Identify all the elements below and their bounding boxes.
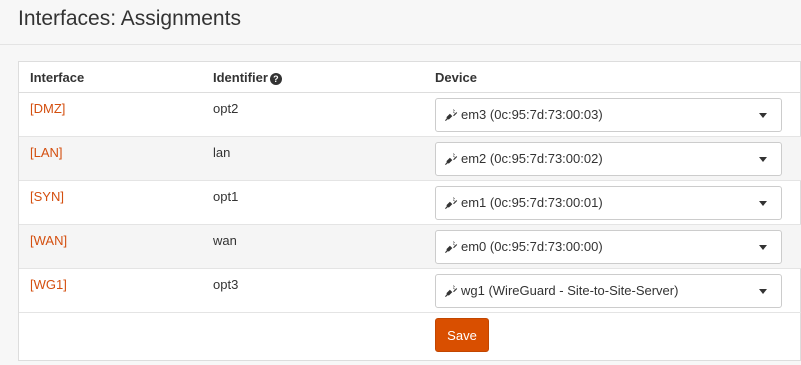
device-select-wan[interactable]: em0 (0c:95:7d:73:00:00)	[435, 230, 782, 264]
interface-link-dmz[interactable]: [DMZ]	[30, 101, 65, 116]
plug-icon	[445, 196, 458, 209]
interface-link-syn[interactable]: [SYN]	[30, 189, 64, 204]
empty-cell	[19, 313, 202, 357]
interface-cell: [DMZ]	[19, 92, 202, 137]
page-title: Interfaces: Assignments	[18, 7, 241, 30]
column-header-interface: Interface	[19, 62, 202, 93]
identifier-cell: lan	[202, 136, 424, 181]
device-cell: em2 (0c:95:7d:73:00:02)	[424, 136, 801, 181]
interface-link-lan[interactable]: [LAN]	[30, 145, 63, 160]
device-cell: em3 (0c:95:7d:73:00:03)	[424, 92, 801, 137]
plug-icon	[445, 108, 458, 121]
device-select-wg1[interactable]: wg1 (WireGuard - Site-to-Site-Server)	[435, 274, 782, 308]
interface-cell: [WAN]	[19, 224, 202, 269]
save-button[interactable]: Save	[435, 318, 489, 352]
device-select-value: em1 (0c:95:7d:73:00:01)	[461, 195, 603, 210]
interface-link-wg1[interactable]: [WG1]	[30, 277, 67, 292]
assignments-panel: Interface Identifier? Device [DMZ] opt2 …	[18, 61, 801, 361]
interface-link-wan[interactable]: [WAN]	[30, 233, 67, 248]
device-cell: em1 (0c:95:7d:73:00:01)	[424, 180, 801, 225]
device-select-value: em2 (0c:95:7d:73:00:02)	[461, 151, 603, 166]
column-header-device: Device	[424, 62, 801, 93]
table-row: [SYN] opt1 em1 (0c:95:7d:73:00:01)	[19, 180, 801, 225]
identifier-cell: opt3	[202, 268, 424, 313]
interface-cell: [SYN]	[19, 180, 202, 225]
page-header: Interfaces: Assignments	[0, 0, 801, 45]
table-row: [WG1] opt3 wg1 (WireGuard - Site-to-Site…	[19, 268, 801, 313]
actions-row: Save	[19, 313, 801, 357]
identifier-cell: opt2	[202, 92, 424, 137]
device-cell: em0 (0c:95:7d:73:00:00)	[424, 224, 801, 269]
device-select-value: em3 (0c:95:7d:73:00:03)	[461, 107, 603, 122]
caret-down-icon	[759, 157, 767, 162]
column-header-identifier: Identifier?	[202, 62, 424, 93]
interface-cell: [WG1]	[19, 268, 202, 313]
interface-cell: [LAN]	[19, 136, 202, 181]
device-select-dmz[interactable]: em3 (0c:95:7d:73:00:03)	[435, 98, 782, 132]
table-row: [DMZ] opt2 em3 (0c:95:7d:73:00:03)	[19, 92, 801, 137]
column-header-identifier-label: Identifier	[213, 69, 268, 85]
device-select-value: wg1 (WireGuard - Site-to-Site-Server)	[461, 283, 679, 298]
table-row: [LAN] lan em2 (0c:95:7d:73:00:02)	[19, 136, 801, 181]
table-row: [WAN] wan em0 (0c:95:7d:73:00:00)	[19, 224, 801, 269]
empty-cell	[202, 313, 424, 357]
caret-down-icon	[759, 289, 767, 294]
plug-icon	[445, 152, 458, 165]
caret-down-icon	[759, 113, 767, 118]
device-cell: wg1 (WireGuard - Site-to-Site-Server)	[424, 268, 801, 313]
plug-icon	[445, 284, 458, 297]
caret-down-icon	[759, 201, 767, 206]
identifier-cell: wan	[202, 224, 424, 269]
device-select-syn[interactable]: em1 (0c:95:7d:73:00:01)	[435, 186, 782, 220]
identifier-cell: opt1	[202, 180, 424, 225]
caret-down-icon	[759, 245, 767, 250]
device-select-lan[interactable]: em2 (0c:95:7d:73:00:02)	[435, 142, 782, 176]
plug-icon	[445, 240, 458, 253]
main-content: Interface Identifier? Device [DMZ] opt2 …	[0, 45, 801, 365]
assignments-table: Interface Identifier? Device [DMZ] opt2 …	[19, 62, 801, 357]
actions-cell: Save	[424, 313, 801, 357]
help-icon[interactable]: ?	[269, 72, 282, 85]
table-header-row: Interface Identifier? Device	[19, 62, 801, 93]
device-select-value: em0 (0c:95:7d:73:00:00)	[461, 239, 603, 254]
